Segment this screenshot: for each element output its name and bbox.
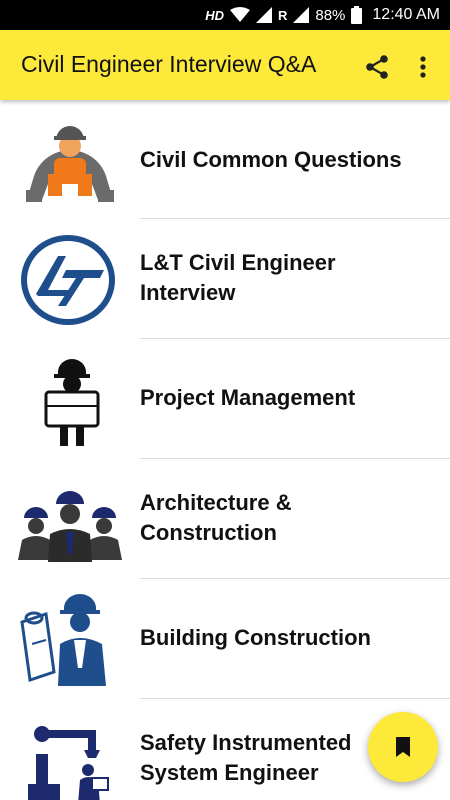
list-item-lt-civil-engineer-interview[interactable]: L&T Civil Engineer Interview	[0, 220, 450, 340]
item-label: L&T Civil Engineer Interview	[140, 248, 440, 308]
signal-icon	[255, 7, 272, 23]
item-label-line1: L&T Civil Engineer	[140, 250, 336, 275]
battery-percent: 88%	[315, 6, 346, 24]
list-item-project-management[interactable]: Project Management	[0, 340, 450, 460]
divider	[140, 578, 450, 579]
status-bar: HD R 88% 12:40 AM	[0, 0, 450, 30]
item-label: Civil Common Questions	[140, 145, 440, 175]
list-item-civil-common-questions[interactable]: Civil Common Questions	[0, 100, 450, 220]
list-item-architecture-construction[interactable]: Architecture & Construction	[0, 460, 450, 580]
item-label-line2: Interview	[140, 280, 236, 305]
signal-icon-2	[293, 7, 310, 23]
bookmarks-fab[interactable]	[368, 712, 438, 782]
divider	[140, 218, 450, 219]
app-title: Civil Engineer Interview Q&A	[21, 51, 317, 77]
battery-icon	[351, 6, 363, 24]
item-label-line1: Architecture &	[140, 490, 292, 515]
item-label-line1: Project Management	[140, 385, 356, 410]
share-button[interactable]	[362, 52, 392, 82]
item-label: Project Management	[140, 383, 440, 413]
worker-gear-icon	[18, 114, 122, 206]
lt-logo-icon	[18, 234, 122, 326]
more-vert-icon	[420, 56, 426, 78]
engineer-team-icon	[18, 474, 122, 566]
item-label: Building Construction	[140, 623, 440, 653]
roaming-indicator: R	[277, 7, 288, 23]
hd-indicator: HD	[205, 7, 224, 23]
divider	[140, 458, 450, 459]
topic-list: Civil Common Questions L&T Civil Enginee…	[0, 100, 450, 800]
wifi-icon	[229, 7, 250, 23]
item-label: Architecture & Construction	[140, 488, 440, 548]
app-bar: Civil Engineer Interview Q&A	[0, 30, 450, 100]
share-icon	[366, 55, 388, 79]
overflow-menu-button[interactable]	[410, 52, 436, 82]
clock: 12:40 AM	[372, 6, 440, 23]
item-label-line2: Construction	[140, 520, 277, 545]
item-label-line1: Civil Common Questions	[140, 147, 402, 172]
list-item-building-construction[interactable]: Building Construction	[0, 580, 450, 700]
engineer-blueprint-icon	[18, 354, 122, 446]
bookmark-icon	[396, 737, 410, 757]
item-label-line1: Building Construction	[140, 625, 371, 650]
divider	[140, 338, 450, 339]
engineer-plans-icon	[18, 594, 122, 686]
divider	[140, 698, 450, 699]
robot-arm-worker-icon	[18, 714, 122, 800]
